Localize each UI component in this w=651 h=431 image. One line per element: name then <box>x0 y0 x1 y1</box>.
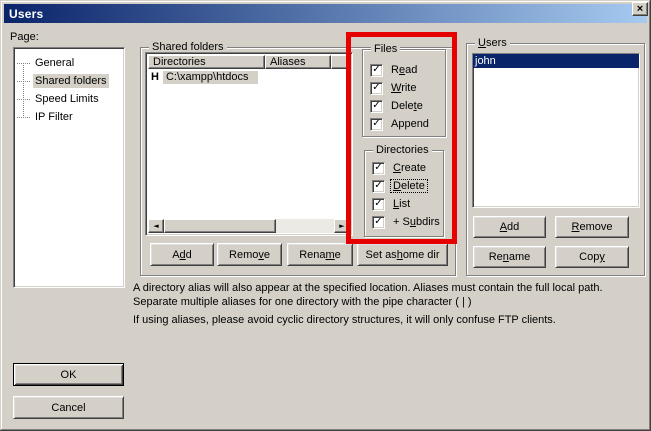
dir-delete-label: Delete <box>391 180 427 192</box>
directories-legend: Directories <box>373 144 432 157</box>
scroll-left-icon[interactable]: ◄ <box>148 219 164 233</box>
create-checkbox-row: ✓ Create <box>365 159 443 177</box>
folder-rename-button[interactable]: Rename <box>287 243 353 266</box>
alias-note: A directory alias will also appear at th… <box>133 281 643 309</box>
read-checkbox[interactable]: ✓ <box>370 64 383 77</box>
close-icon[interactable]: × <box>632 2 648 16</box>
dir-delete-checkbox-row: ✓ Delete <box>365 177 443 195</box>
cyclic-note: If using aliases, please avoid cyclic di… <box>133 313 643 327</box>
append-checkbox-row: ✓ Append <box>363 115 445 133</box>
tree-item-label: Shared folders <box>33 74 109 88</box>
subdirs-checkbox-row: ✓ + Subdirs <box>365 213 443 231</box>
write-checkbox-row: ✓ Write <box>363 79 445 97</box>
column-header-directories[interactable]: Directories <box>148 55 265 69</box>
sidebar-item-ip-filter[interactable]: IP Filter <box>14 108 124 126</box>
table-header: Directories Aliases <box>148 55 350 69</box>
scroll-right-icon[interactable]: ► <box>334 219 350 233</box>
files-group: Files ✓ Read ✓ Write ✓ Delete ✓ Append <box>362 49 446 137</box>
read-checkbox-row: ✓ Read <box>363 61 445 79</box>
ok-button[interactable]: OK <box>13 363 124 386</box>
tree-item-label: Speed Limits <box>33 92 101 106</box>
dir-delete-checkbox[interactable]: ✓ <box>372 180 385 193</box>
user-list-item[interactable]: john <box>473 54 639 68</box>
tree-item-label: General <box>33 56 76 70</box>
column-header-filler <box>331 55 350 69</box>
users-dialog: Users × Page: General Shared folders Spe… <box>0 0 651 431</box>
sidebar-item-general[interactable]: General <box>14 54 124 72</box>
user-remove-button[interactable]: Remove <box>555 216 629 238</box>
user-rename-button[interactable]: Rename <box>473 246 546 268</box>
write-checkbox[interactable]: ✓ <box>370 82 383 95</box>
cancel-button[interactable]: Cancel <box>13 396 124 419</box>
sidebar-item-shared-folders[interactable]: Shared folders <box>14 72 124 90</box>
shared-folders-table[interactable]: Directories Aliases H C:\xampp\htdocs ◄ … <box>145 52 353 236</box>
directories-group: Directories ✓ Create ✓ Delete ✓ List ✓ +… <box>364 150 444 237</box>
list-label: List <box>391 198 412 210</box>
home-flag: H <box>148 71 163 83</box>
table-row[interactable]: H C:\xampp\htdocs <box>148 70 350 84</box>
tree-item-label: IP Filter <box>33 110 75 124</box>
window-title: Users <box>4 7 43 21</box>
subdirs-label: + Subdirs <box>391 216 442 228</box>
scrollbar-thumb[interactable] <box>164 219 276 233</box>
sidebar-item-speed-limits[interactable]: Speed Limits <box>14 90 124 108</box>
append-label: Append <box>389 118 431 130</box>
user-copy-button[interactable]: Copy <box>555 246 629 268</box>
directory-cell: C:\xampp\htdocs <box>163 71 258 84</box>
list-checkbox[interactable]: ✓ <box>372 198 385 211</box>
horizontal-scrollbar[interactable]: ◄ ► <box>148 219 350 233</box>
scrollbar-track[interactable] <box>276 219 334 233</box>
file-delete-label: Delete <box>389 100 425 112</box>
user-add-button[interactable]: Add <box>473 216 546 238</box>
create-label: Create <box>391 162 428 174</box>
files-legend: Files <box>371 43 400 56</box>
write-label: Write <box>389 82 418 94</box>
read-label: Read <box>389 64 419 76</box>
page-label: Page: <box>10 31 39 43</box>
folder-add-button[interactable]: Add <box>150 243 214 266</box>
page-tree[interactable]: General Shared folders Speed Limits IP F… <box>13 47 125 288</box>
users-legend: Users <box>475 37 510 50</box>
title-bar[interactable]: Users <box>4 4 647 23</box>
folder-remove-button[interactable]: Remove <box>217 243 282 266</box>
column-header-aliases[interactable]: Aliases <box>265 55 331 69</box>
subdirs-checkbox[interactable]: ✓ <box>372 216 385 229</box>
file-delete-checkbox-row: ✓ Delete <box>363 97 445 115</box>
file-delete-checkbox[interactable]: ✓ <box>370 100 383 113</box>
create-checkbox[interactable]: ✓ <box>372 162 385 175</box>
list-checkbox-row: ✓ List <box>365 195 443 213</box>
set-as-home-dir-button[interactable]: Set as home dir <box>357 243 448 266</box>
users-list[interactable]: john <box>472 53 640 208</box>
append-checkbox[interactable]: ✓ <box>370 118 383 131</box>
